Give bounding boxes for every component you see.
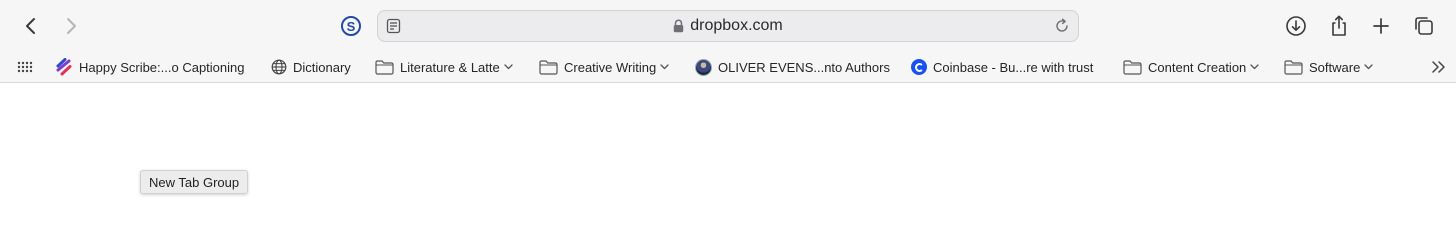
chevron-right-icon (67, 18, 76, 34)
bookmark-label: Literature & Latte (400, 59, 500, 75)
bookmark-label: Happy Scribe:...o Captioning (79, 59, 245, 75)
bookmark-coinbase[interactable]: Coinbase - Bu...re with trust (911, 52, 1093, 82)
bookmark-folder-content-creation[interactable]: Content Creation (1123, 52, 1259, 82)
bookmark-dictionary[interactable]: Dictionary (271, 52, 351, 82)
address-domain: dropbox.com (690, 17, 783, 34)
extension-s-icon: S (341, 16, 361, 36)
tabs-overview-icon (1415, 17, 1433, 35)
bookmark-label: Dictionary (293, 59, 351, 75)
coinbase-icon (911, 59, 927, 75)
chevron-left-icon (26, 18, 35, 34)
download-icon (1286, 16, 1306, 36)
forward-button[interactable] (56, 11, 86, 41)
browser-toolbar: S dropbox.com (0, 0, 1456, 52)
bookmarks-bar: Happy Scribe:...o Captioning Dictionary … (0, 52, 1456, 83)
bookmark-folder-software[interactable]: Software (1284, 52, 1373, 82)
page-content (0, 83, 1456, 252)
chevron-down-icon (1250, 64, 1259, 70)
chevron-down-icon (1364, 64, 1373, 70)
downloads-button[interactable] (1281, 11, 1311, 41)
tooltip: New Tab Group (140, 170, 249, 194)
bookmark-oliver-evens[interactable]: OLIVER EVENS...nto Authors (695, 52, 890, 82)
globe-icon (271, 59, 287, 75)
bookmarks-overflow-button[interactable] (1431, 52, 1447, 82)
grid-icon (17, 61, 33, 73)
extension-button[interactable]: S (336, 11, 366, 41)
folder-icon (539, 59, 558, 75)
happy-scribe-icon (56, 58, 72, 76)
address-bar[interactable]: dropbox.com (377, 10, 1079, 42)
address-display: dropbox.com (378, 11, 1078, 41)
bookmark-label: Content Creation (1148, 59, 1247, 75)
new-tab-button[interactable] (1366, 11, 1396, 41)
plus-icon (1373, 18, 1389, 34)
share-button[interactable] (1324, 11, 1354, 41)
share-icon (1332, 15, 1346, 36)
bookmark-folder-literature-latte[interactable]: Literature & Latte (375, 52, 513, 82)
folder-icon (1123, 59, 1142, 75)
folder-icon (1284, 59, 1303, 75)
folder-icon (375, 59, 394, 75)
back-button[interactable] (16, 11, 46, 41)
reload-icon[interactable] (1054, 18, 1070, 39)
chevron-down-icon (660, 64, 669, 70)
bookmark-label: Software (1309, 59, 1361, 75)
avatar (695, 58, 712, 76)
tooltip-text: New Tab Group (149, 174, 240, 190)
bookmark-happy-scribe[interactable]: Happy Scribe:...o Captioning (55, 52, 244, 82)
bookmark-label: OLIVER EVENS...nto Authors (718, 59, 890, 75)
bookmarks-apps-button[interactable] (17, 52, 33, 82)
bookmark-label: Coinbase - Bu...re with trust (933, 59, 1094, 75)
lock-icon (674, 19, 684, 33)
bookmark-label: Creative Writing (564, 59, 657, 75)
double-chevron-right-icon (1432, 61, 1445, 73)
chevron-down-icon (504, 64, 513, 70)
tab-overview-button[interactable] (1409, 11, 1439, 41)
bookmark-folder-creative-writing[interactable]: Creative Writing (539, 52, 669, 82)
